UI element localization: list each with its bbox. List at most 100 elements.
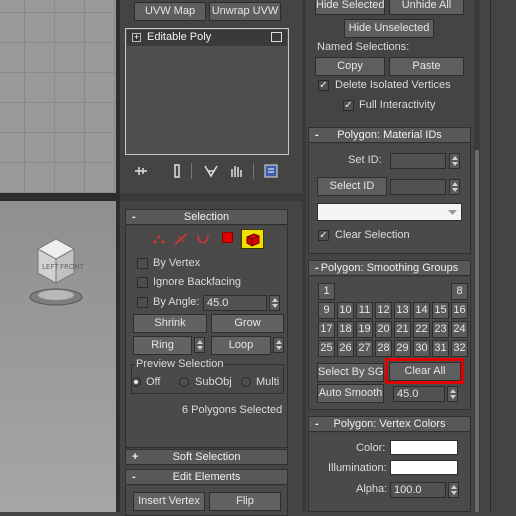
element-cube-icon [246, 233, 260, 247]
preview-multi-radio[interactable] [241, 377, 251, 387]
unhide-all-button[interactable]: Unhide All [389, 0, 464, 15]
edit-elements-rollout-header[interactable]: - Edit Elements [125, 469, 288, 485]
material-ids-rollout-header[interactable]: - Polygon: Material IDs [308, 127, 471, 143]
paste-button[interactable]: Paste [389, 57, 464, 76]
insert-vertex-button[interactable]: Insert Vertex [133, 492, 205, 511]
modifier-stack-list[interactable]: + Editable Poly [125, 28, 289, 155]
by-angle-checkbox[interactable] [137, 297, 148, 308]
preview-subobj-radio[interactable] [179, 377, 189, 387]
illumination-label: Illumination: [328, 462, 387, 474]
svg-text:FRONT: FRONT [60, 263, 85, 271]
panel-separator [120, 193, 306, 201]
border-mode-icon[interactable] [195, 231, 211, 247]
smoothing-group-30-button[interactable]: 30 [413, 340, 430, 357]
smoothing-group-27-button[interactable]: 27 [356, 340, 373, 357]
select-id-spinner[interactable] [449, 179, 460, 195]
set-id-field[interactable] [390, 153, 446, 169]
by-angle-field[interactable]: 45.0 [203, 295, 267, 311]
smoothing-group-31-button[interactable]: 31 [432, 340, 449, 357]
alpha-label: Alpha: [356, 483, 388, 495]
material-name-dropdown[interactable] [317, 203, 462, 221]
select-by-sg-button[interactable]: Select By SG [317, 363, 384, 382]
polygon-mode-icon[interactable] [222, 232, 233, 243]
smoothing-group-17-button[interactable]: 17 [318, 321, 335, 338]
named-selections-label: Named Selections: [317, 41, 410, 53]
color-swatch[interactable] [390, 440, 458, 455]
shrink-button[interactable]: Shrink [133, 314, 207, 333]
select-id-button[interactable]: Select ID [317, 177, 387, 196]
smoothing-group-24-button[interactable]: 24 [451, 321, 468, 338]
preview-subobj-label: SubObj [195, 376, 232, 388]
alpha-field[interactable]: 100.0 [390, 482, 446, 498]
select-id-field[interactable] [390, 179, 446, 195]
stack-item-editable-poly[interactable]: + Editable Poly [127, 30, 287, 46]
scrollbar-thumb[interactable] [475, 150, 479, 512]
smoothing-group-32-button[interactable]: 32 [451, 340, 468, 357]
configure-sets-icon[interactable] [263, 163, 279, 179]
ring-spinner[interactable] [194, 337, 205, 353]
full-interactivity-label: Full Interactivity [359, 99, 436, 111]
element-mode-button[interactable] [241, 229, 264, 249]
expand-plus-icon[interactable]: + [132, 33, 141, 42]
hide-selected-button[interactable]: Hide Selected [315, 0, 385, 15]
loop-button[interactable]: Loop [211, 336, 271, 355]
by-angle-spinner[interactable] [269, 295, 280, 311]
smoothing-group-13-button[interactable]: 13 [394, 302, 411, 319]
unwrap-uvw-button[interactable]: Unwrap UVW [209, 2, 281, 21]
smoothing-group-21-button[interactable]: 21 [394, 321, 411, 338]
by-vertex-checkbox[interactable] [137, 258, 148, 269]
edge-mode-icon[interactable] [173, 231, 189, 247]
show-end-result-icon[interactable] [169, 163, 185, 179]
auto-smooth-spinner[interactable] [447, 386, 458, 402]
selection-rollout-header[interactable]: - Selection [125, 209, 288, 225]
smoothing-group-29-button[interactable]: 29 [394, 340, 411, 357]
delete-isolated-checkbox[interactable]: ✓ [318, 80, 329, 91]
smoothing-group-16-button[interactable]: 16 [451, 302, 468, 319]
make-unique-icon[interactable] [203, 163, 219, 179]
smoothing-group-8-button[interactable]: 8 [451, 283, 468, 300]
smoothing-group-22-button[interactable]: 22 [413, 321, 430, 338]
ignore-backfacing-checkbox[interactable] [137, 277, 148, 288]
smoothing-group-18-button[interactable]: 18 [337, 321, 354, 338]
full-interactivity-checkbox[interactable]: ✓ [343, 100, 354, 111]
set-id-spinner[interactable] [449, 153, 460, 169]
vertex-colors-rollout-header[interactable]: - Polygon: Vertex Colors [308, 416, 471, 432]
perspective-viewport[interactable]: LEFT FRONT [0, 201, 120, 512]
smoothing-group-28-button[interactable]: 28 [375, 340, 392, 357]
smoothing-group-9-button[interactable]: 9 [318, 302, 335, 319]
smoothing-group-15-button[interactable]: 15 [432, 302, 449, 319]
clear-selection-checkbox[interactable]: ✓ [318, 230, 329, 241]
soft-selection-rollout-header[interactable]: + Soft Selection [125, 449, 288, 465]
pin-stack-icon[interactable] [133, 163, 149, 179]
hide-unselected-button[interactable]: Hide Unselected [344, 19, 434, 38]
alpha-spinner[interactable] [448, 482, 459, 498]
smoothing-group-12-button[interactable]: 12 [375, 302, 392, 319]
top-viewport[interactable] [0, 0, 120, 193]
smoothing-group-14-button[interactable]: 14 [413, 302, 430, 319]
viewcube-icon[interactable]: LEFT FRONT [22, 231, 92, 311]
column-separator [302, 0, 306, 512]
preview-off-radio[interactable] [131, 377, 141, 387]
auto-smooth-button[interactable]: Auto Smooth [317, 384, 384, 403]
illumination-swatch[interactable] [390, 460, 458, 475]
smoothing-groups-rollout-header[interactable]: - Polygon: Smoothing Groups [308, 260, 471, 276]
smoothing-group-26-button[interactable]: 26 [337, 340, 354, 357]
uvw-map-button[interactable]: UVW Map [134, 2, 206, 21]
smoothing-group-11-button[interactable]: 11 [356, 302, 373, 319]
remove-modifier-icon[interactable] [228, 163, 244, 179]
smoothing-group-23-button[interactable]: 23 [432, 321, 449, 338]
by-angle-label: By Angle: [153, 296, 200, 308]
smoothing-group-20-button[interactable]: 20 [375, 321, 392, 338]
smoothing-group-10-button[interactable]: 10 [337, 302, 354, 319]
vertex-mode-icon[interactable] [151, 231, 167, 247]
copy-button[interactable]: Copy [315, 57, 385, 76]
loop-spinner[interactable] [273, 337, 284, 353]
ignore-backfacing-label: Ignore Backfacing [153, 276, 242, 288]
grow-button[interactable]: Grow [211, 314, 284, 333]
auto-smooth-field[interactable]: 45.0 [393, 386, 445, 402]
ring-button[interactable]: Ring [133, 336, 192, 355]
flip-button[interactable]: Flip [209, 492, 281, 511]
smoothing-group-25-button[interactable]: 25 [318, 340, 335, 357]
smoothing-group-19-button[interactable]: 19 [356, 321, 373, 338]
smoothing-group-1-button[interactable]: 1 [318, 283, 335, 300]
